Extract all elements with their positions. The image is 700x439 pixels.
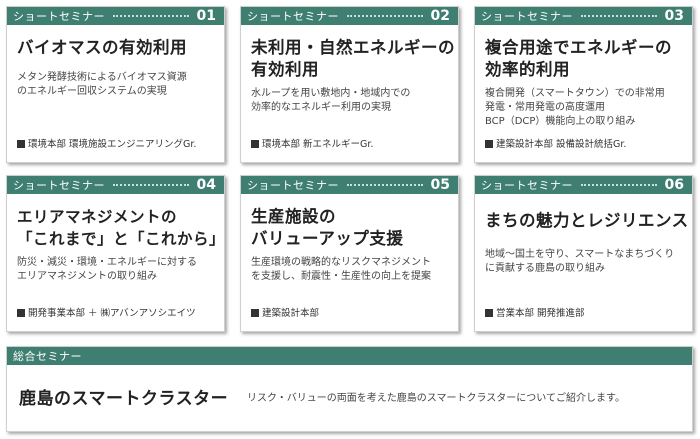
card-title: まちの魅力とレジリエンス [485, 210, 689, 232]
card-title: バイオマスの有効利用 [17, 37, 214, 59]
department-text: 建築設計本部 設備設計統括Gr. [496, 139, 627, 150]
card-header: ショートセミナー 06 [475, 176, 692, 194]
card-title-line: バリューアップ支援 [251, 229, 404, 248]
card-label: ショートセミナー [481, 10, 573, 23]
card-desc-line: BCP（DCP）機能向上の取り組み [485, 116, 636, 127]
card-desc-line: を支援し、耐震性・生産性の向上を提案 [251, 271, 431, 282]
square-bullet-icon [251, 309, 259, 317]
dotted-divider [347, 15, 423, 17]
card-label: ショートセミナー [247, 179, 339, 192]
card-department: 開発事業本部 ＋ ㈱アバンアソシエイツ [17, 305, 196, 319]
card-description: 複合開発（スマートタウン）での非常用 発電・常用発電の高度運用 BCP（DCP）… [485, 87, 682, 129]
card-label: ショートセミナー [13, 179, 105, 192]
general-seminar-description: リスク・バリューの両面を考えた鹿島のスマートクラスターについてご紹介します。 [247, 393, 625, 404]
department-text: 環境本部 新エネルギーGr. [262, 139, 374, 150]
card-desc-line: 複合開発（スマートタウン）での非常用 [485, 88, 665, 99]
card-description: メタン発酵技術によるバイオマス資源 のエネルギー回収システムの実現 [17, 71, 214, 99]
card-desc-line: 防災・減災・環境・エネルギーに対する [17, 257, 197, 268]
card-department: 建築設計本部 [251, 305, 319, 319]
card-department: 建築設計本部 設備設計統括Gr. [485, 136, 626, 150]
card-header: ショートセミナー 05 [241, 176, 458, 194]
card-number: 01 [196, 8, 216, 24]
dotted-divider [581, 184, 657, 186]
dotted-divider [113, 15, 189, 17]
card-number: 05 [430, 177, 450, 193]
card-title-line: 未利用・自然エネルギーの [251, 38, 455, 57]
card-label: ショートセミナー [247, 10, 339, 23]
department-text: 開発事業本部 ＋ ㈱アバンアソシエイツ [28, 308, 196, 319]
square-bullet-icon [17, 140, 25, 148]
card-title-line: 「これまで」と「これから」 [17, 230, 226, 248]
dotted-divider [581, 15, 657, 17]
seminar-card-05: ショートセミナー 05 生産施設の バリューアップ支援 生産環境の戦略的なリスク… [240, 175, 459, 332]
square-bullet-icon [485, 140, 493, 148]
card-desc-line: 生産環境の戦略的なリスクマネジメント [251, 257, 431, 268]
card-description: 水ループを用い敷地内・地域内での 効率的なエネルギー利用の実現 [251, 87, 448, 115]
card-title-line: 生産施設の [251, 207, 336, 226]
card-department: 営業本部 開発推進部 [485, 305, 585, 319]
card-desc-line: のエネルギー回収システムの実現 [17, 86, 167, 97]
seminar-card-06: ショートセミナー 06 まちの魅力とレジリエンス 地域～国土を守り、スマートなま… [474, 175, 693, 332]
general-seminar-card: 総合セミナー 鹿島のスマートクラスター リスク・バリューの両面を考えた鹿島のスマ… [6, 346, 693, 432]
card-number: 03 [664, 8, 684, 24]
dotted-divider [113, 184, 189, 186]
card-description: 生産環境の戦略的なリスクマネジメント を支援し、耐震性・生産性の向上を提案 [251, 256, 448, 284]
card-header: ショートセミナー 03 [475, 7, 692, 25]
card-title: 複合用途でエネルギーの 効率的利用 [485, 37, 682, 81]
square-bullet-icon [17, 309, 25, 317]
card-title: 生産施設の バリューアップ支援 [251, 206, 448, 250]
card-desc-line: 水ループを用い敷地内・地域内での [251, 88, 411, 99]
card-desc-line: 発電・常用発電の高度運用 [485, 102, 605, 113]
card-title: 未利用・自然エネルギーの 有効利用 [251, 37, 455, 81]
card-title: エリアマネジメントの 「これまで」と「これから」 [17, 206, 226, 250]
card-label: 総合セミナー [13, 350, 82, 363]
card-title-line: 効率的利用 [485, 60, 570, 79]
square-bullet-icon [251, 140, 259, 148]
card-desc-line: 効率的なエネルギー利用の実現 [251, 102, 391, 113]
card-title-line: 複合用途でエネルギーの [485, 38, 672, 57]
card-title-line: エリアマネジメントの [17, 208, 178, 226]
seminar-card-04: ショートセミナー 04 エリアマネジメントの 「これまで」と「これから」 防災・… [6, 175, 225, 332]
dotted-divider [347, 184, 423, 186]
card-description: 防災・減災・環境・エネルギーに対する エリアマネジメントの取り組み [17, 256, 214, 284]
card-label: ショートセミナー [13, 10, 105, 23]
card-description: 地域～国土を守り、スマートなまちづくり に貢献する鹿島の取り組み [485, 248, 682, 276]
card-header: ショートセミナー 02 [241, 7, 458, 25]
card-desc-line: メタン発酵技術によるバイオマス資源 [17, 72, 187, 83]
card-title-line: まちの魅力とレジリエンス [485, 211, 689, 230]
card-desc-line: 地域～国土を守り、スマートなまちづくり [485, 249, 675, 260]
seminar-card-02: ショートセミナー 02 未利用・自然エネルギーの 有効利用 水ループを用い敷地内… [240, 6, 459, 163]
card-header: 総合セミナー [7, 347, 692, 365]
card-desc-line: に貢献する鹿島の取り組み [485, 263, 605, 274]
department-text: 環境本部 環境施設エンジニアリングGr. [28, 139, 197, 150]
department-text: 建築設計本部 [262, 308, 320, 319]
card-header: ショートセミナー 04 [7, 176, 224, 194]
card-number: 04 [196, 177, 216, 193]
card-title-line: バイオマスの有効利用 [17, 38, 187, 57]
general-seminar-title: 鹿島のスマートクラスター [19, 389, 229, 409]
card-number: 02 [430, 8, 450, 24]
seminar-card-01: ショートセミナー 01 バイオマスの有効利用 メタン発酵技術によるバイオマス資源… [6, 6, 225, 163]
card-department: 環境本部 環境施設エンジニアリングGr. [17, 136, 196, 150]
card-number: 06 [664, 177, 684, 193]
card-desc-line: エリアマネジメントの取り組み [17, 271, 157, 282]
card-title-line: 有効利用 [251, 60, 319, 79]
card-label: ショートセミナー [481, 179, 573, 192]
square-bullet-icon [485, 309, 493, 317]
department-text: 営業本部 開発推進部 [496, 308, 585, 319]
card-department: 環境本部 新エネルギーGr. [251, 136, 373, 150]
seminar-card-03: ショートセミナー 03 複合用途でエネルギーの 効率的利用 複合開発（スマートタ… [474, 6, 693, 163]
card-header: ショートセミナー 01 [7, 7, 224, 25]
